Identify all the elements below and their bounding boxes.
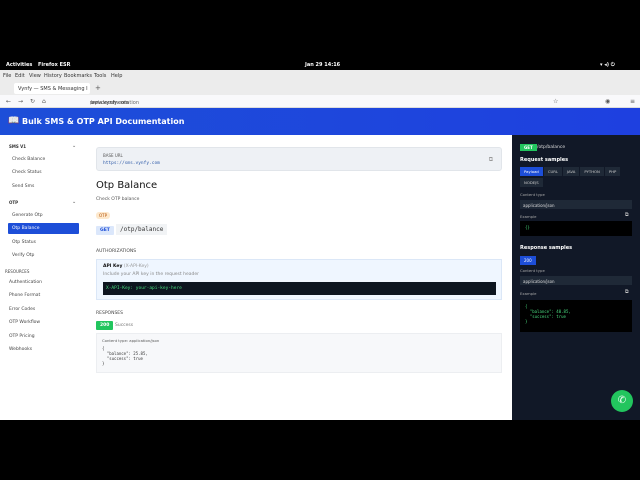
menu-bookmarks[interactable]: Bookmarks [64,73,92,79]
activities-button[interactable]: Activities [6,62,32,68]
copy-icon[interactable]: ⧉ [625,212,629,218]
content-type-value: application/json [520,276,632,285]
response-body: { "balance": 25.85, "success": true } [102,346,148,366]
base-url-label: BASE URL [103,153,123,158]
sidebar-item-authentication[interactable]: Authentication [9,280,42,285]
whatsapp-chat-button[interactable]: ✆ [611,390,633,412]
menu-bar: File Edit View History Bookmarks Tools H… [0,70,640,82]
copy-icon[interactable]: ⧉ [625,289,629,295]
tab-java[interactable]: JAVA [563,167,580,176]
book-icon: 📖 [8,116,20,126]
endpoint-path: /otp/balance [116,224,168,235]
page-title: Otp Balance [96,180,158,191]
responses-label: RESPONSES [96,311,124,316]
home-icon[interactable]: ⌂ [42,98,46,105]
nav-bar: ← → ↻ ⌂ www.vynfy.com/api-documentation … [0,95,640,108]
sidebar-item-otp-balance[interactable]: Otp Balance [8,223,79,234]
menu-icon[interactable]: ≡ [630,98,635,105]
sidebar-item-webhooks[interactable]: Webhooks [9,347,32,352]
request-example: {} [520,221,632,236]
status-code-tab[interactable]: 200 [520,256,536,265]
browser-tab[interactable]: Vynfy — SMS & Messaging I × [14,83,90,94]
clock[interactable]: Jan 29 14:16 [305,62,340,68]
content-type-label: Content type [520,268,545,273]
account-icon[interactable]: ◉ [605,98,610,105]
url-bar[interactable]: www.vynfy.com/api-documentation [90,97,242,106]
close-tab-icon[interactable]: × [89,86,90,92]
request-samples-heading: Request samples [520,157,569,163]
sidebar-item-otp-pricing[interactable]: OTP Pricing [9,334,35,339]
auth-example: X-API-Key: your-api-key-here [103,282,496,295]
tab-php[interactable]: PHP [604,167,621,176]
base-url-box: BASE URL https://sms.vynfy.com ⧉ [96,147,502,171]
reload-icon[interactable]: ↻ [30,98,35,105]
copy-icon[interactable]: ⧉ [489,156,493,164]
authorizations-label: AUTHORIZATIONS [96,249,137,254]
main-content: BASE URL https://sms.vynfy.com ⧉ Otp Bal… [86,135,512,420]
otp-tag: OTP [96,212,111,219]
example-label: Example [520,291,537,296]
forward-icon[interactable]: → [18,98,23,105]
base-url-value: https://sms.vynfy.com [103,161,160,166]
app-name: Firefox ESR [38,62,71,68]
docs-header: 📖 Bulk SMS & OTP API Documentation [0,108,640,135]
tab-bar: Vynfy — SMS & Messaging I × + [0,82,640,95]
method-badge: GET [96,226,114,235]
sidebar-item-verify-otp[interactable]: Verify Otp [8,250,79,261]
docs-title: Bulk SMS & OTP API Documentation [22,117,185,126]
tab-nodejs[interactable]: NODEJS [520,178,543,187]
sidebar-item-error-codes[interactable]: Error Codes [9,307,35,312]
tab-curl[interactable]: CURL [543,167,562,176]
sidebar: SMS V1 ⌄ Check Balance Check Status Send… [0,135,86,420]
chevron-down-icon[interactable]: ⌄ [72,199,76,205]
sidebar-item-send-sms[interactable]: Send Sms [8,181,79,192]
menu-tools[interactable]: Tools [94,73,106,79]
auth-box: API Key (X-API-Key) Include your API key… [96,259,502,300]
system-tray-icons[interactable]: ▾ ◂) ⏻ [600,62,615,68]
method-badge: GET [520,144,537,151]
response-samples-heading: Response samples [520,245,573,251]
language-tabs: Payload CURL JAVA PYTHON PHP NODEJS [520,167,635,189]
auth-name: API Key [103,264,123,269]
sidebar-item-check-status[interactable]: Check Status [8,167,79,178]
response-example: { "balance": 40.85, "success": true } [520,300,632,332]
sidebar-item-generate-otp[interactable]: Generate Otp [8,210,79,221]
back-icon[interactable]: ← [6,98,11,105]
url-path: /api-documentation [90,100,139,106]
status-text: Success [115,323,134,328]
sidebar-item-otp-workflow[interactable]: OTP Workflow [9,320,40,325]
page-description: Check OTP balance [96,197,140,202]
content-type-label: Content type [520,192,545,197]
chevron-down-icon[interactable]: ⌄ [72,143,76,149]
sidebar-item-phone-format[interactable]: Phone Format [9,293,40,298]
samples-panel: GET /otp/balance Request samples Payload… [512,135,640,420]
content-type-line: Content type: application/json [102,338,160,343]
menu-history[interactable]: History [44,73,62,79]
sidebar-item-otp-status[interactable]: Otp Status [8,237,79,248]
bookmark-star-icon[interactable]: ☆ [553,98,558,105]
sidebar-item-check-balance[interactable]: Check Balance [8,154,79,165]
content-type-value: application/json [520,200,632,209]
sidebar-section-otp[interactable]: OTP [9,200,18,205]
auth-description: Include your API key in the request head… [103,272,199,277]
status-code-badge[interactable]: 200 [96,321,114,330]
system-top-bar: Activities Firefox ESR Jan 29 14:16 ▾ ◂)… [0,60,640,70]
response-box: Content type: application/json { "balanc… [96,333,502,373]
new-tab-icon[interactable]: + [95,84,101,92]
tab-payload[interactable]: Payload [520,167,543,176]
sidebar-section-sms[interactable]: SMS V1 [9,144,26,149]
menu-help[interactable]: Help [111,73,122,79]
tab-title: Vynfy — SMS & Messaging I [18,86,88,92]
auth-header: (X-API-Key) [123,264,149,269]
example-label: Example [520,214,537,219]
sidebar-section-resources: RESOURCES [5,269,30,274]
endpoint-path: /otp/balance [537,145,566,150]
tab-python[interactable]: PYTHON [580,167,604,176]
menu-view[interactable]: View [29,73,41,79]
menu-edit[interactable]: Edit [15,73,25,79]
menu-file[interactable]: File [3,73,11,79]
